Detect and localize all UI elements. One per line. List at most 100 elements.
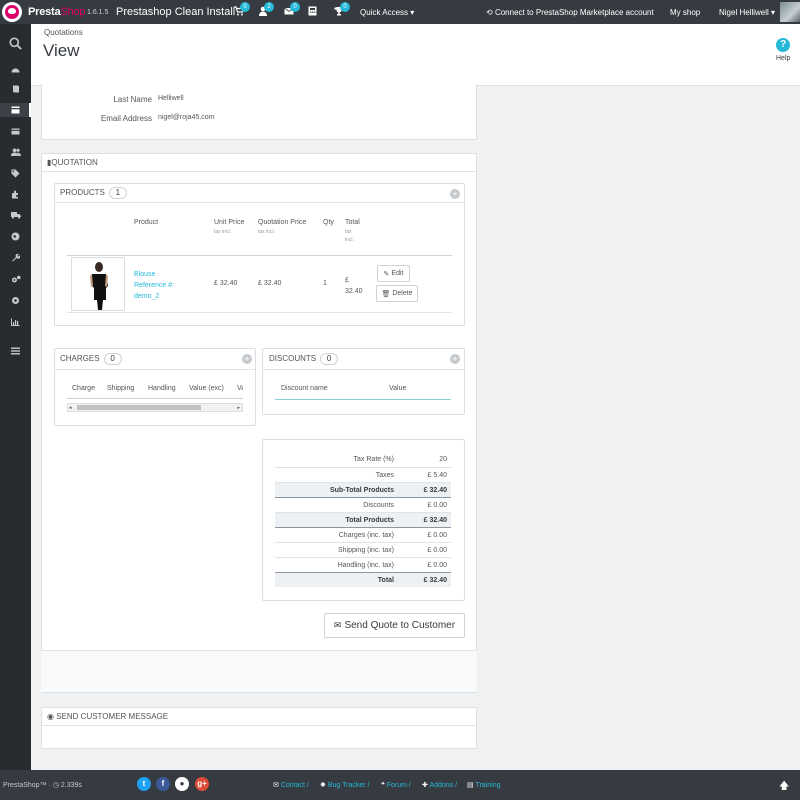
sidebar-item-localization[interactable] bbox=[0, 229, 31, 243]
quantity: 1 bbox=[323, 280, 327, 287]
calculator-link[interactable] bbox=[308, 6, 318, 17]
top-bar: PrestaShop 1.6.1.5 Prestashop Clean Inst… bbox=[0, 0, 800, 24]
github-icon[interactable]: ● bbox=[175, 777, 189, 791]
scrollbar-thumb[interactable] bbox=[77, 405, 201, 410]
footer: PrestaShop™ · ◷ 2.339s t f ● g+ ✉ Contac… bbox=[0, 770, 800, 800]
wrench-icon bbox=[12, 253, 20, 261]
discounts-heading: DISCOUNTS 0 bbox=[269, 353, 339, 365]
sidebar-search[interactable] bbox=[0, 35, 31, 51]
discounts-count-badge: 0 bbox=[320, 353, 339, 365]
prestashop-logo[interactable] bbox=[2, 2, 22, 22]
total-row-tax-rate: Tax Rate (%) 20 bbox=[353, 456, 447, 463]
help-button[interactable]: ? Help bbox=[776, 38, 790, 62]
footer-link-forum[interactable]: ❝ Forum / bbox=[381, 781, 411, 789]
footer-link-bug-tracker[interactable]: ✹ Bug Tracker / bbox=[320, 781, 369, 789]
col-shipping: Shipping bbox=[107, 385, 135, 392]
breadcrumb[interactable]: Quotations bbox=[44, 28, 83, 37]
my-shop-link[interactable]: My shop bbox=[670, 8, 700, 17]
facebook-icon[interactable]: f bbox=[156, 777, 170, 791]
charges-heading: CHARGES 0 bbox=[60, 353, 122, 365]
sidebar-item-catalog[interactable] bbox=[0, 82, 31, 96]
sidebar-item-administration[interactable] bbox=[0, 293, 31, 307]
orders-notification[interactable]: 0 bbox=[234, 2, 250, 17]
footer-link-contact[interactable]: ✉ Contact / bbox=[273, 781, 309, 789]
envelope-icon: ✉ bbox=[273, 782, 279, 789]
shop-name[interactable]: Prestashop Clean Install bbox=[116, 6, 235, 18]
sidebar-item-advanced[interactable] bbox=[0, 272, 31, 286]
add-product-icon[interactable]: + bbox=[450, 189, 460, 199]
quick-access-menu[interactable]: Quick Access ▾ bbox=[360, 8, 414, 17]
sidebar-item-dashboard[interactable] bbox=[0, 62, 31, 76]
trophy-badge: 0 bbox=[340, 2, 350, 12]
version-label: 1.6.1.5 bbox=[87, 9, 109, 16]
messages-notification[interactable]: 0 bbox=[284, 2, 300, 17]
google-plus-icon[interactable]: g+ bbox=[195, 777, 209, 791]
search-icon bbox=[9, 37, 22, 50]
sidebar-item-shipping[interactable] bbox=[0, 208, 31, 222]
employee-menu[interactable]: Nigel Helliwell ▾ bbox=[719, 8, 775, 17]
product-image[interactable] bbox=[71, 257, 125, 311]
puffin-icon bbox=[5, 5, 19, 19]
delete-button[interactable]: 🗑 Delete bbox=[376, 285, 418, 302]
bar-chart-icon bbox=[11, 318, 20, 326]
marketplace-connect-link[interactable]: ⟲ Connect to PrestaShop Marketplace acco… bbox=[486, 8, 654, 17]
link-icon: ⟲ bbox=[486, 8, 493, 17]
product-link[interactable]: Blouse Reference #: demo_2 bbox=[134, 269, 174, 302]
footer-link-addons[interactable]: ✚ Addons / bbox=[422, 781, 457, 789]
sidebar-item-price-rules[interactable] bbox=[0, 166, 31, 180]
sidebar-collapse-toggle[interactable] bbox=[0, 344, 31, 358]
col-value-inc: Va bbox=[237, 385, 243, 392]
messages-badge: 0 bbox=[290, 2, 300, 12]
sidebar-item-modules[interactable] bbox=[0, 187, 31, 201]
total-row-handling: Handling (inc. tax) £ 0.00 bbox=[275, 557, 451, 572]
divider bbox=[263, 369, 464, 370]
scroll-left-icon[interactable]: ◂ bbox=[69, 405, 72, 411]
divider bbox=[42, 171, 476, 172]
customer-panel bbox=[41, 84, 477, 140]
customer-message-heading[interactable]: ◉ SEND CUSTOMER MESSAGE bbox=[47, 712, 168, 721]
customers-notification[interactable]: 2 bbox=[258, 2, 274, 17]
comments-icon: ❝ bbox=[381, 782, 385, 789]
customers-badge: 2 bbox=[264, 2, 274, 12]
footer-brand: PrestaShop™ · ◷ 2.339s bbox=[3, 782, 82, 789]
book-icon bbox=[12, 85, 19, 93]
sidebar-item-stats[interactable] bbox=[0, 315, 31, 329]
total-row-charges: Charges (inc. tax) £ 0.00 bbox=[275, 527, 451, 542]
table-header-divider bbox=[67, 255, 452, 256]
brand-name[interactable]: PrestaShop bbox=[28, 6, 86, 18]
products-count-badge: 1 bbox=[108, 187, 127, 199]
eye-icon: ◉ bbox=[47, 712, 54, 721]
sidebar-item-payment[interactable] bbox=[0, 124, 31, 138]
avatar[interactable] bbox=[780, 2, 800, 22]
add-discount-icon[interactable]: + bbox=[450, 354, 460, 364]
total-row-taxes: Taxes £ 5.40 bbox=[275, 467, 451, 482]
pencil-icon: ✎ bbox=[383, 270, 390, 278]
gear-icon bbox=[12, 296, 19, 304]
sidebar-item-orders[interactable] bbox=[0, 103, 31, 117]
send-quote-button[interactable]: ✉ Send Quote to Customer bbox=[324, 613, 465, 638]
footer-link-training[interactable]: ▤ Training bbox=[467, 781, 500, 789]
bug-icon: ✹ bbox=[320, 782, 326, 789]
charges-horizontal-scrollbar[interactable]: ◂ ▸ bbox=[67, 403, 243, 412]
total-row-total-products: Total Products £ 32.40 bbox=[275, 512, 451, 527]
scroll-right-icon[interactable]: ▸ bbox=[237, 405, 240, 411]
users-icon bbox=[10, 148, 21, 156]
col-charge: Charge bbox=[72, 385, 95, 392]
add-charge-icon[interactable]: + bbox=[242, 354, 252, 364]
calculator-icon bbox=[308, 6, 317, 16]
total-row-grand-total: Total £ 32.40 bbox=[275, 572, 451, 587]
email-value: nigel@roja45.com bbox=[158, 114, 215, 121]
twitter-icon[interactable]: t bbox=[137, 777, 151, 791]
trophy-notification[interactable]: 0 bbox=[334, 2, 350, 17]
tag-icon bbox=[11, 169, 20, 177]
envelope-icon: ✉ bbox=[333, 620, 342, 630]
col-quotation-price: Quotation Price tax incl. bbox=[258, 219, 307, 235]
scroll-top-icon[interactable]: 🡅 bbox=[779, 779, 789, 796]
email-label: Email Address bbox=[100, 114, 152, 123]
globe-icon bbox=[11, 232, 20, 240]
sidebar-item-preferences[interactable] bbox=[0, 250, 31, 264]
edit-button[interactable]: ✎ Edit bbox=[377, 265, 410, 282]
last-name-label: Last Name bbox=[113, 95, 152, 104]
sidebar-item-customers[interactable] bbox=[0, 145, 31, 159]
sidebar bbox=[0, 24, 31, 770]
